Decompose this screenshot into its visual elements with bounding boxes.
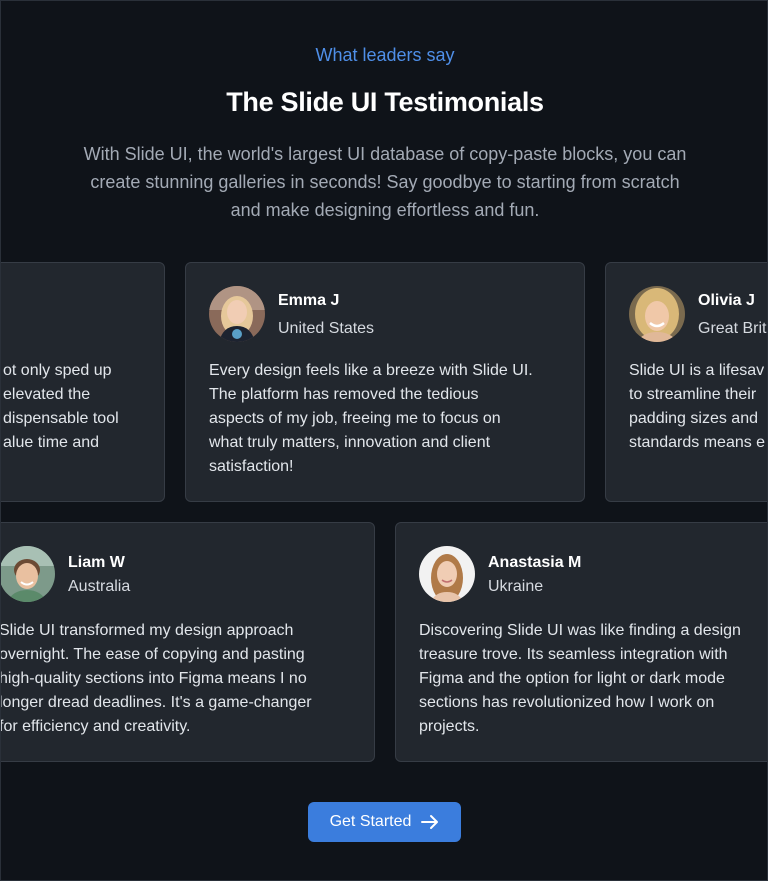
- subtitle-line: With Slide UI, the world's largest UI da…: [83, 144, 687, 164]
- testimonial-card: Emma J United States Every design feels …: [185, 262, 585, 502]
- arrow-right-icon: [421, 815, 439, 829]
- quote-line: Slide UI is a lifesav: [629, 362, 765, 379]
- testimonial-quote: Slide UI is a lifesav to streamline thei…: [629, 359, 765, 455]
- testimonial-country: United States: [278, 320, 375, 337]
- testimonial-name: Emma J: [278, 292, 340, 309]
- quote-line: overnight. The ease of copying and pasti…: [0, 646, 305, 663]
- testimonial-quote: ot only sped up elevated the dispensable…: [3, 359, 119, 455]
- quote-line: Every design feels like a breeze with Sl…: [209, 362, 533, 379]
- testimonial-card: Liam W Australia Slide UI transformed my…: [0, 522, 375, 762]
- quote-line: high-quality sections into Figma means I…: [0, 670, 307, 687]
- quote-line: satisfaction!: [209, 458, 294, 475]
- testimonial-quote: Slide UI transformed my design approach …: [0, 619, 312, 739]
- testimonial-country: Australia: [68, 578, 131, 595]
- get-started-label: Get Started: [329, 813, 412, 830]
- quote-line: padding sizes and: [629, 410, 758, 427]
- quote-line: treasure trove. Its seamless integration…: [419, 646, 728, 663]
- testimonial-name: Olivia J: [698, 292, 755, 309]
- quote-line: The platform has removed the tedious: [209, 386, 479, 403]
- testimonial-country: Great Brit: [698, 320, 767, 337]
- testimonial-card: Olivia J Great Brit Slide UI is a lifesa…: [605, 262, 767, 502]
- quote-line: dispensable tool: [3, 410, 119, 427]
- testimonial-card: ot only sped up elevated the dispensable…: [1, 262, 165, 502]
- quote-line: Slide UI transformed my design approach: [0, 622, 294, 639]
- quote-line: what truly matters, innovation and clien…: [209, 434, 491, 451]
- avatar: [419, 546, 475, 602]
- testimonial-country: Ukraine: [488, 578, 544, 595]
- quote-line: sections has revolutionized how I work o…: [419, 694, 715, 711]
- quote-line: alue time and: [3, 434, 100, 451]
- avatar: [629, 286, 685, 342]
- testimonial-name: Anastasia M: [488, 554, 582, 571]
- testimonial-card: Anastasia M Ukraine Discovering Slide UI…: [395, 522, 767, 762]
- quote-line: for efficiency and creativity.: [0, 718, 191, 735]
- quote-line: standards means e: [629, 434, 766, 451]
- section-title: The Slide UI Testimonials: [226, 87, 544, 117]
- quote-line: to streamline their: [629, 386, 757, 403]
- testimonials-section: What leaders say The Slide UI Testimonia…: [0, 0, 768, 881]
- get-started-button[interactable]: Get Started: [308, 802, 461, 842]
- quote-line: elevated the: [3, 386, 91, 403]
- avatar: [1, 546, 55, 602]
- avatar: [209, 286, 265, 342]
- quote-line: longer dread deadlines. It's a game-chan…: [0, 694, 312, 711]
- testimonial-name: Liam W: [68, 554, 125, 571]
- quote-line: Discovering Slide UI was like finding a …: [419, 622, 741, 639]
- section-subtitle: With Slide UI, the world's largest UI da…: [53, 140, 717, 224]
- testimonial-quote: Every design feels like a breeze with Sl…: [209, 359, 533, 479]
- section-eyebrow: What leaders say: [315, 45, 455, 65]
- subtitle-line: create stunning galleries in seconds! Sa…: [90, 172, 680, 192]
- quote-line: projects.: [419, 718, 480, 735]
- quote-line: ot only sped up: [3, 362, 112, 379]
- quote-line: aspects of my job, freeing me to focus o…: [209, 410, 501, 427]
- subtitle-line: and make designing effortless and fun.: [230, 200, 540, 220]
- testimonial-quote: Discovering Slide UI was like finding a …: [419, 619, 741, 739]
- quote-line: Figma and the option for light or dark m…: [419, 670, 725, 687]
